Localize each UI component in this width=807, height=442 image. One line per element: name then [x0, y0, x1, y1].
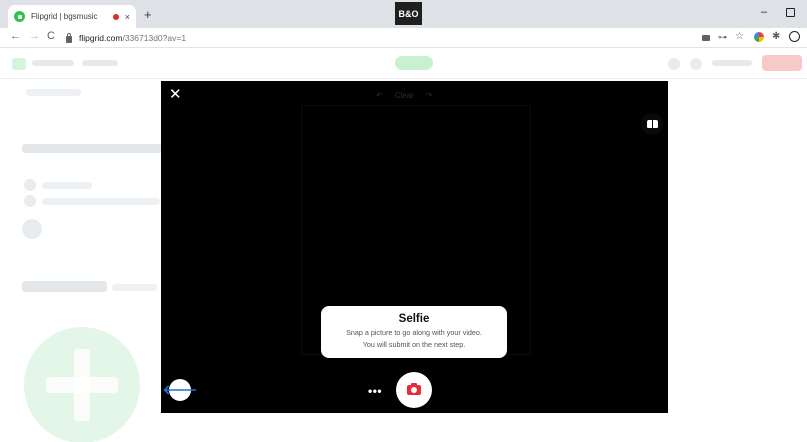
back-arrow-icon[interactable]: ←: [10, 30, 21, 42]
add-response-plus-icon: [24, 327, 140, 442]
close-icon[interactable]: ✕: [169, 86, 182, 104]
breadcrumb-placeholder: [26, 89, 81, 96]
window-maximize-icon[interactable]: [786, 8, 795, 17]
browser-tab[interactable]: Flipgrid | bgsmusic ×: [8, 5, 136, 28]
avatar-placeholder: [22, 219, 42, 239]
bookmark-star-icon[interactable]: ☆: [735, 31, 744, 42]
browser-tab-strip: Flipgrid | bgsmusic × + B&O –: [0, 0, 807, 28]
responses-subtext-placeholder: [112, 284, 157, 291]
header-icon-placeholder: [668, 58, 680, 70]
recording-indicator-icon: [112, 13, 119, 20]
selfie-description-line-2: You will submit on the next step.: [362, 340, 466, 349]
book-icon[interactable]: [641, 113, 663, 135]
selfie-description-line-1: Snap a picture to go along with your vid…: [346, 328, 482, 337]
list-icon-placeholder: [24, 195, 36, 207]
tab-title: Flipgrid | bgsmusic: [31, 12, 98, 21]
redo-icon[interactable]: ↷: [426, 91, 433, 100]
reload-icon[interactable]: C: [47, 30, 55, 42]
welcome-heading-placeholder: [22, 144, 162, 153]
flipgrid-logo-icon: [12, 58, 26, 70]
back-arrow-button[interactable]: 🡐: [163, 379, 197, 401]
page-header: [0, 49, 807, 79]
selfie-tooltip: Selfie Snap a picture to go along with y…: [321, 306, 507, 358]
list-icon-placeholder: [24, 179, 36, 191]
bang-olufsen-extension-icon[interactable]: B&O: [395, 2, 422, 25]
new-tab-icon[interactable]: +: [144, 7, 152, 22]
take-photo-button[interactable]: [396, 372, 432, 408]
url-text[interactable]: flipgrid.com/336713d0?av=1: [79, 33, 186, 43]
browser-toolbar: ← → C flipgrid.com/336713d0?av=1 ⊶ ☆ ✱: [0, 28, 807, 48]
lock-icon[interactable]: [66, 32, 72, 43]
window-minimize-icon[interactable]: –: [761, 6, 767, 18]
list-text-placeholder: [42, 198, 160, 205]
header-green-button: [395, 56, 433, 70]
flipgrid-favicon-icon: [14, 11, 25, 22]
list-text-placeholder: [42, 182, 92, 189]
extensions-puzzle-icon[interactable]: ✱: [772, 31, 780, 42]
header-nav-placeholder: [82, 60, 118, 66]
camera-in-use-icon[interactable]: [702, 35, 710, 41]
forward-arrow-icon[interactable]: →: [29, 30, 40, 42]
profile-avatar-icon[interactable]: [789, 31, 800, 42]
selfie-title: Selfie: [398, 313, 430, 325]
address-bar[interactable]: flipgrid.com/336713d0?av=1: [62, 30, 672, 46]
tab-close-icon[interactable]: ×: [125, 12, 130, 22]
responses-heading-placeholder: [22, 281, 107, 292]
camera-recorder-modal: ↶ Clear ↷ ✕ Selfie Snap a picture to go …: [161, 81, 668, 413]
header-nav-placeholder: [32, 60, 74, 66]
camera-icon: [407, 383, 421, 395]
url-host: flipgrid.com: [79, 33, 123, 43]
more-options-icon[interactable]: •••: [368, 384, 382, 398]
url-path: /336713d0?av=1: [122, 33, 187, 43]
header-red-button: [762, 55, 802, 71]
header-nav-placeholder: [712, 60, 752, 66]
undo-icon[interactable]: ↶: [376, 91, 383, 100]
header-icon-placeholder: [690, 58, 702, 70]
extension-icon[interactable]: [754, 32, 764, 42]
drawing-toolbar: ↶ Clear ↷: [376, 91, 433, 100]
key-icon[interactable]: ⊶: [718, 32, 727, 43]
back-arrow-icon: 🡐: [162, 382, 198, 397]
clear-button[interactable]: Clear: [395, 91, 414, 100]
